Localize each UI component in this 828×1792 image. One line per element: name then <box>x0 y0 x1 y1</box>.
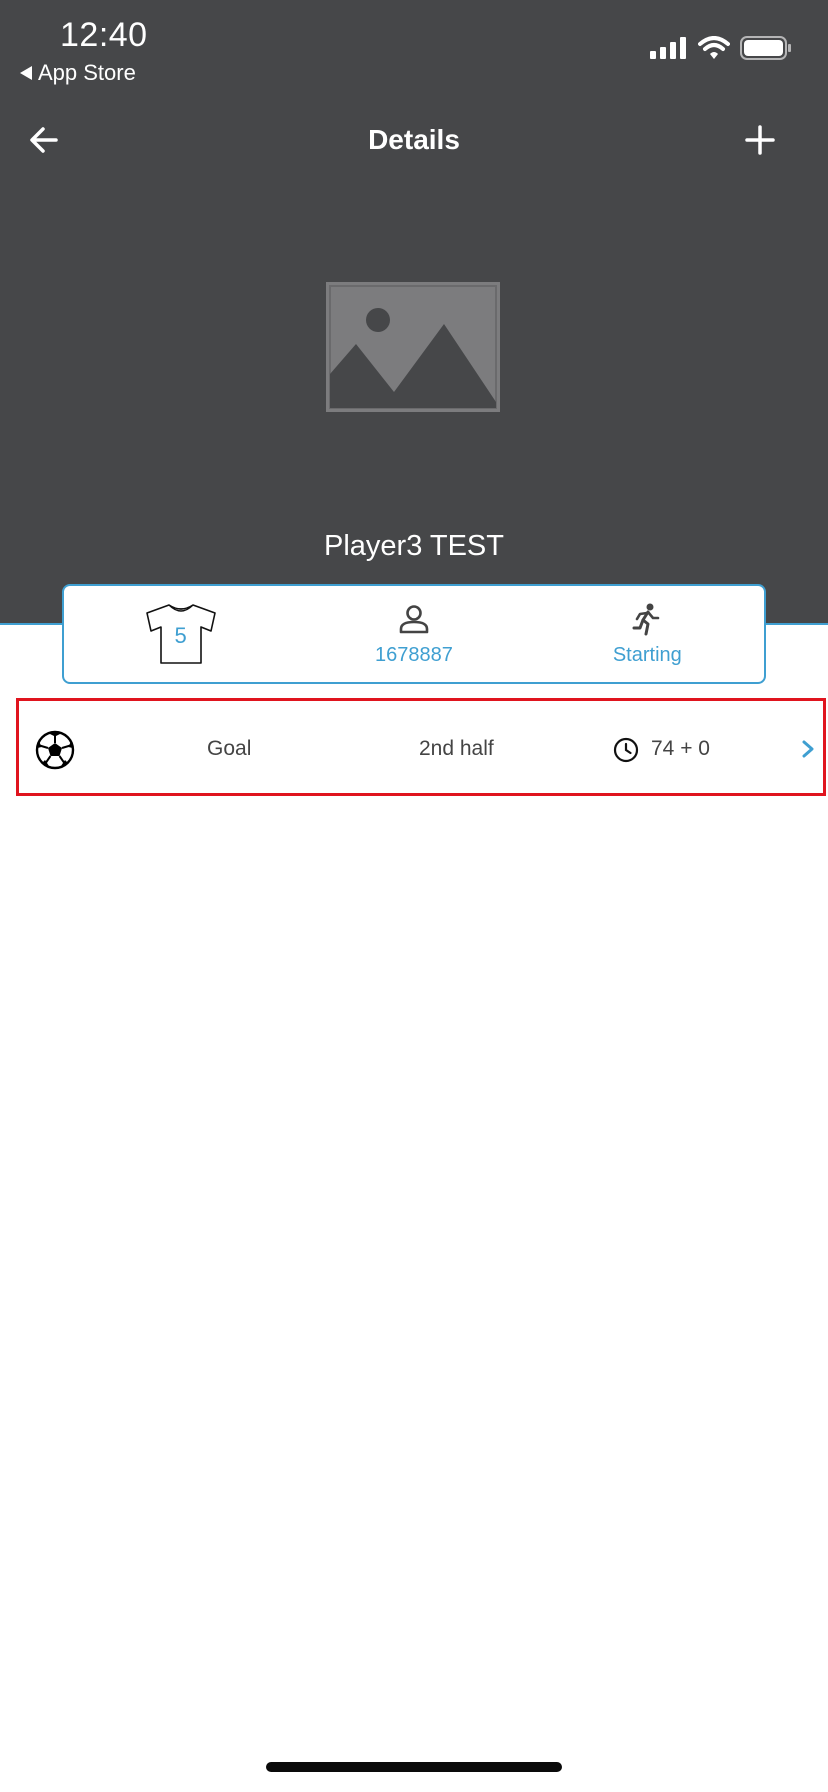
clock-icon <box>613 737 639 763</box>
chevron-right-icon[interactable] <box>801 739 815 759</box>
jersey-cell: 5 <box>64 586 297 682</box>
event-type: Goal <box>207 737 252 760</box>
jersey-icon: 5 <box>145 603 217 665</box>
person-icon <box>399 604 429 633</box>
player-name: Player3 TEST <box>324 530 504 562</box>
status-time: 12:40 <box>60 16 148 54</box>
wifi-icon <box>698 36 730 59</box>
running-person-icon <box>632 603 660 635</box>
plus-icon[interactable] <box>742 122 778 158</box>
player-info-card: 5 1678887 Starting <box>62 584 766 684</box>
status-back-label: App Store <box>38 60 136 85</box>
event-row-goal[interactable]: Goal 2nd half 74 + 0 <box>16 698 826 796</box>
event-period: 2nd half <box>419 737 494 760</box>
signal-icon <box>650 37 686 59</box>
home-indicator[interactable] <box>266 1762 562 1772</box>
battery-icon <box>740 36 791 60</box>
lineup-status-cell: Starting <box>531 586 764 682</box>
status-icons <box>650 36 792 60</box>
soccer-ball-icon <box>35 730 75 770</box>
player-id-cell: 1678887 <box>297 586 530 682</box>
back-triangle-icon <box>20 66 32 80</box>
status-back-app[interactable]: App Store <box>20 60 136 86</box>
player-id-value: 1678887 <box>375 643 453 666</box>
image-placeholder-icon[interactable] <box>326 282 500 412</box>
header-area: 12:40 App Store Details Player3 TEST <box>0 0 828 625</box>
event-time: 74 + 0 <box>651 737 710 760</box>
jersey-number: 5 <box>174 623 187 648</box>
page-title: Details <box>368 124 460 155</box>
lineup-status-label: Starting <box>612 643 682 666</box>
